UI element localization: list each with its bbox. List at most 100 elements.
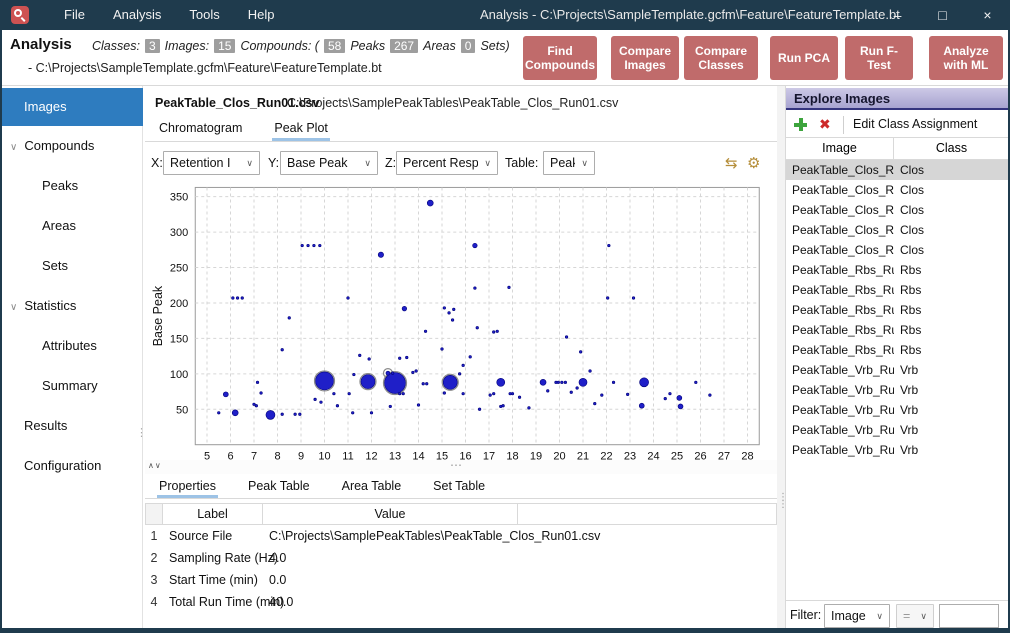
empty-column-header — [518, 503, 777, 525]
list-item[interactable]: PeakTable_Vrb_Ru...Vrb — [786, 420, 1009, 440]
image-name: PeakTable_Vrb_Ru... — [786, 360, 894, 380]
data-point — [232, 297, 235, 300]
list-item[interactable]: PeakTable_Clos_R...Clos — [786, 180, 1009, 200]
data-point — [443, 392, 446, 395]
app-window: FileAnalysisToolsHelp Analysis - C:\Proj… — [0, 0, 1010, 633]
sidebar-item-statistics[interactable]: ∨Statistics — [2, 286, 143, 326]
list-item[interactable]: PeakTable_Vrb_Ru...Vrb — [786, 360, 1009, 380]
peak-plot-chart[interactable]: 5678910111213141516171819202122232425262… — [148, 180, 776, 476]
property-row[interactable]: 3Start Time (min)0.0 — [145, 569, 777, 591]
chevron-down-icon: ∨ — [484, 158, 491, 169]
image-name: PeakTable_Vrb_Ru... — [786, 400, 894, 420]
stat-count-badge: 0 — [461, 39, 476, 53]
list-item[interactable]: PeakTable_Vrb_Ru...Vrb — [786, 440, 1009, 460]
sidebar-item-sets[interactable]: Sets — [2, 246, 143, 286]
swap-axes-icon[interactable]: ⇆ — [725, 154, 738, 172]
list-item[interactable]: PeakTable_Rbs_Ru...Rbs — [786, 320, 1009, 340]
maximize-button[interactable]: □ — [920, 0, 965, 30]
run-f-test-button[interactable]: Run F-Test — [845, 36, 913, 80]
sidebar-item-attributes[interactable]: Attributes — [2, 326, 143, 366]
analyze-with-ml-button[interactable]: Analyze with ML — [929, 36, 1003, 80]
list-item[interactable]: PeakTable_Rbs_Ru...Rbs — [786, 300, 1009, 320]
tab-peak-table[interactable]: Peak Table — [246, 474, 312, 498]
data-point — [402, 392, 405, 395]
sidebar-item-compounds[interactable]: ∨Compounds — [2, 126, 143, 166]
tab-area-table[interactable]: Area Table — [340, 474, 404, 498]
z-axis-select[interactable]: Percent Response∨ — [396, 151, 498, 175]
menu-item-file[interactable]: File — [50, 0, 99, 30]
class-column-header[interactable]: Class — [894, 138, 1009, 159]
tab-set-table[interactable]: Set Table — [431, 474, 487, 498]
data-point — [385, 373, 406, 394]
filter-value-input[interactable] — [939, 604, 999, 628]
close-button[interactable]: × — [965, 0, 1010, 30]
data-point — [589, 370, 592, 373]
y-axis-select[interactable]: Base Peak∨ — [280, 151, 378, 175]
edit-class-assignment-button[interactable]: Edit Class Assignment — [853, 117, 977, 131]
property-row[interactable]: 4Total Run Time (min)40.0 — [145, 591, 777, 613]
toolbar-divider — [843, 116, 844, 134]
gear-icon[interactable]: ⚙ — [747, 154, 760, 172]
data-point — [361, 375, 375, 389]
remove-image-button[interactable]: ✖ — [819, 116, 831, 133]
property-row[interactable]: 2Sampling Rate (Hz)4.0 — [145, 547, 777, 569]
list-item[interactable]: PeakTable_Clos_R...Clos — [786, 220, 1009, 240]
find-compounds-button[interactable]: Find Compounds — [523, 36, 597, 80]
y-tick-label: 200 — [170, 298, 188, 310]
data-point — [320, 401, 323, 404]
list-item[interactable]: PeakTable_Rbs_Ru...Rbs — [786, 340, 1009, 360]
list-item[interactable]: PeakTable_Clos_R...Clos — [786, 160, 1009, 180]
class-name: Clos — [894, 200, 1009, 220]
sidebar-item-peaks[interactable]: Peaks — [2, 166, 143, 206]
property-row[interactable]: 1Source FileC:\Projects\SamplePeakTables… — [145, 525, 777, 547]
compare-images-button[interactable]: Compare Images — [611, 36, 679, 80]
list-item[interactable]: PeakTable_Rbs_Ru...Rbs — [786, 280, 1009, 300]
table-select[interactable]: Peak∨ — [543, 151, 595, 175]
list-item[interactable]: PeakTable_Clos_R...Clos — [786, 200, 1009, 220]
filter-operator-select[interactable]: =∨ — [896, 604, 934, 628]
list-item[interactable]: PeakTable_Rbs_Ru...Rbs — [786, 260, 1009, 280]
value-column-header[interactable]: Value — [263, 503, 518, 525]
vertical-splitter[interactable]: ⋮⋮ — [777, 86, 785, 628]
sidebar: ⋮ Images∨CompoundsPeaksAreasSets∨Statist… — [2, 86, 143, 628]
sidebar-item-summary[interactable]: Summary — [2, 366, 143, 406]
x-axis-select[interactable]: Retention I∨ — [163, 151, 260, 175]
sidebar-item-results[interactable]: Results — [2, 406, 143, 446]
data-point — [236, 297, 239, 300]
list-item[interactable]: PeakTable_Vrb_Ru...Vrb — [786, 400, 1009, 420]
tab-peak-plot[interactable]: Peak Plot — [272, 116, 330, 141]
label-column-header[interactable]: Label — [163, 503, 263, 525]
data-point — [412, 371, 415, 374]
data-point — [370, 412, 373, 415]
filter-field-value: Image — [831, 609, 870, 623]
x-axis-label: X: — [151, 156, 163, 170]
menu-item-help[interactable]: Help — [234, 0, 289, 30]
horizontal-splitter[interactable]: ∧∨ ⋯ — [145, 460, 777, 474]
list-item[interactable]: PeakTable_Vrb_Ru...Vrb — [786, 380, 1009, 400]
minimize-button[interactable]: – — [875, 0, 920, 30]
data-point — [669, 392, 672, 395]
filter-field-select[interactable]: Image∨ — [824, 604, 890, 628]
sidebar-item-images[interactable]: Images — [2, 88, 143, 126]
menu-item-tools[interactable]: Tools — [175, 0, 233, 30]
run-pca-button[interactable]: Run PCA — [770, 36, 838, 80]
menu-item-analysis[interactable]: Analysis — [99, 0, 175, 30]
filter-operator-value: = — [903, 609, 914, 623]
add-image-button[interactable] — [793, 117, 808, 132]
sidebar-item-areas[interactable]: Areas — [2, 206, 143, 246]
compare-classes-button[interactable]: Compare Classes — [684, 36, 758, 80]
chevron-down-icon: ∨ — [920, 611, 927, 622]
data-point — [462, 392, 465, 395]
data-point — [347, 297, 350, 300]
collapse-arrows-icon[interactable]: ∧∨ — [148, 461, 162, 470]
sidebar-item-configuration[interactable]: Configuration — [2, 446, 143, 486]
data-point — [496, 330, 499, 333]
data-point — [561, 381, 564, 384]
list-item[interactable]: PeakTable_Clos_R...Clos — [786, 240, 1009, 260]
image-column-header[interactable]: Image — [786, 138, 894, 159]
data-point — [386, 371, 390, 375]
class-name: Vrb — [894, 420, 1009, 440]
tab-chromatogram[interactable]: Chromatogram — [157, 116, 244, 141]
property-value: 0.0 — [263, 569, 518, 591]
tab-properties[interactable]: Properties — [157, 474, 218, 498]
